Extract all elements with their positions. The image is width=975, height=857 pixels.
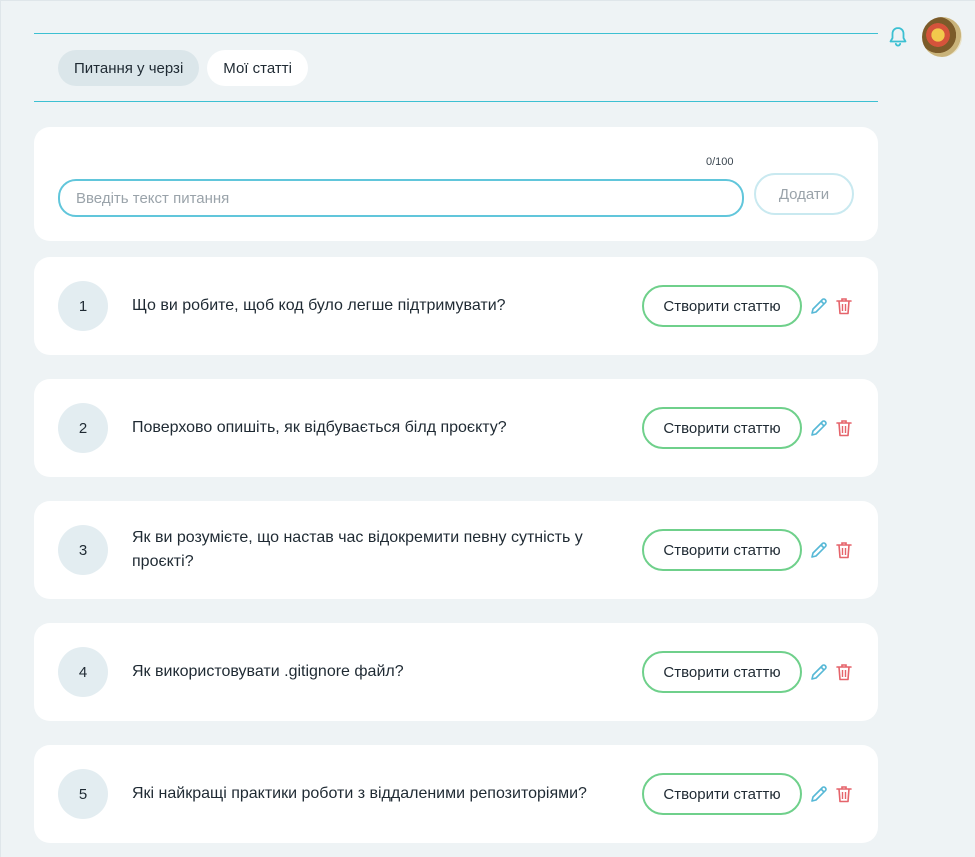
- pencil-icon[interactable]: [810, 541, 828, 559]
- question-row: 5 Які найкращі практики роботи з віддале…: [34, 745, 878, 843]
- trash-icon[interactable]: [836, 541, 852, 559]
- create-article-button[interactable]: Створити статтю: [642, 407, 802, 449]
- question-number: 5: [58, 769, 108, 819]
- tab-my-articles[interactable]: Мої статті: [207, 50, 308, 86]
- char-counter: 0/100: [706, 156, 734, 168]
- create-article-button[interactable]: Створити статтю: [642, 529, 802, 571]
- add-question-card: 0/100 Додати: [34, 127, 878, 241]
- tab-queued-questions[interactable]: Питання у черзі: [58, 50, 200, 86]
- trash-icon[interactable]: [836, 297, 852, 315]
- trash-icon[interactable]: [836, 663, 852, 681]
- bell-icon[interactable]: [888, 26, 908, 48]
- add-button[interactable]: Додати: [754, 173, 854, 215]
- pencil-icon[interactable]: [810, 785, 828, 803]
- question-row: 4 Як використовувати .gitignore файл? Ст…: [34, 623, 878, 721]
- question-input[interactable]: [58, 179, 744, 217]
- create-article-button[interactable]: Створити статтю: [642, 285, 802, 327]
- header-divider-top: [34, 33, 878, 34]
- header-divider-bottom: [34, 101, 878, 102]
- question-row: 3 Як ви розумієте, що настав час відокре…: [34, 501, 878, 599]
- question-row: 1 Що ви робите, щоб код було легше підтр…: [34, 257, 878, 355]
- frame-border-left: [0, 0, 1, 857]
- question-number: 4: [58, 647, 108, 697]
- question-row: 2 Поверхово опишіть, як відбувається біл…: [34, 379, 878, 477]
- trash-icon[interactable]: [836, 419, 852, 437]
- question-text: Поверхово опишіть, як відбувається білд …: [132, 419, 507, 436]
- pencil-icon[interactable]: [810, 663, 828, 681]
- question-number: 3: [58, 525, 108, 575]
- trash-icon[interactable]: [836, 785, 852, 803]
- create-article-button[interactable]: Створити статтю: [642, 651, 802, 693]
- question-text: Які найкращі практики роботи з віддалени…: [132, 785, 587, 802]
- question-number: 1: [58, 281, 108, 331]
- question-number: 2: [58, 403, 108, 453]
- frame-border-top: [0, 0, 975, 1]
- question-text: Що ви робите, щоб код було легше підтрим…: [132, 297, 506, 314]
- create-article-button[interactable]: Створити статтю: [642, 773, 802, 815]
- pencil-icon[interactable]: [810, 419, 828, 437]
- question-text: Як використовувати .gitignore файл?: [132, 663, 404, 680]
- tab-bar: Питання у черзі Мої статті: [58, 50, 308, 86]
- pencil-icon[interactable]: [810, 297, 828, 315]
- user-avatar[interactable]: [922, 17, 962, 57]
- question-text: Як ви розумієте, що настав час відокреми…: [132, 529, 583, 570]
